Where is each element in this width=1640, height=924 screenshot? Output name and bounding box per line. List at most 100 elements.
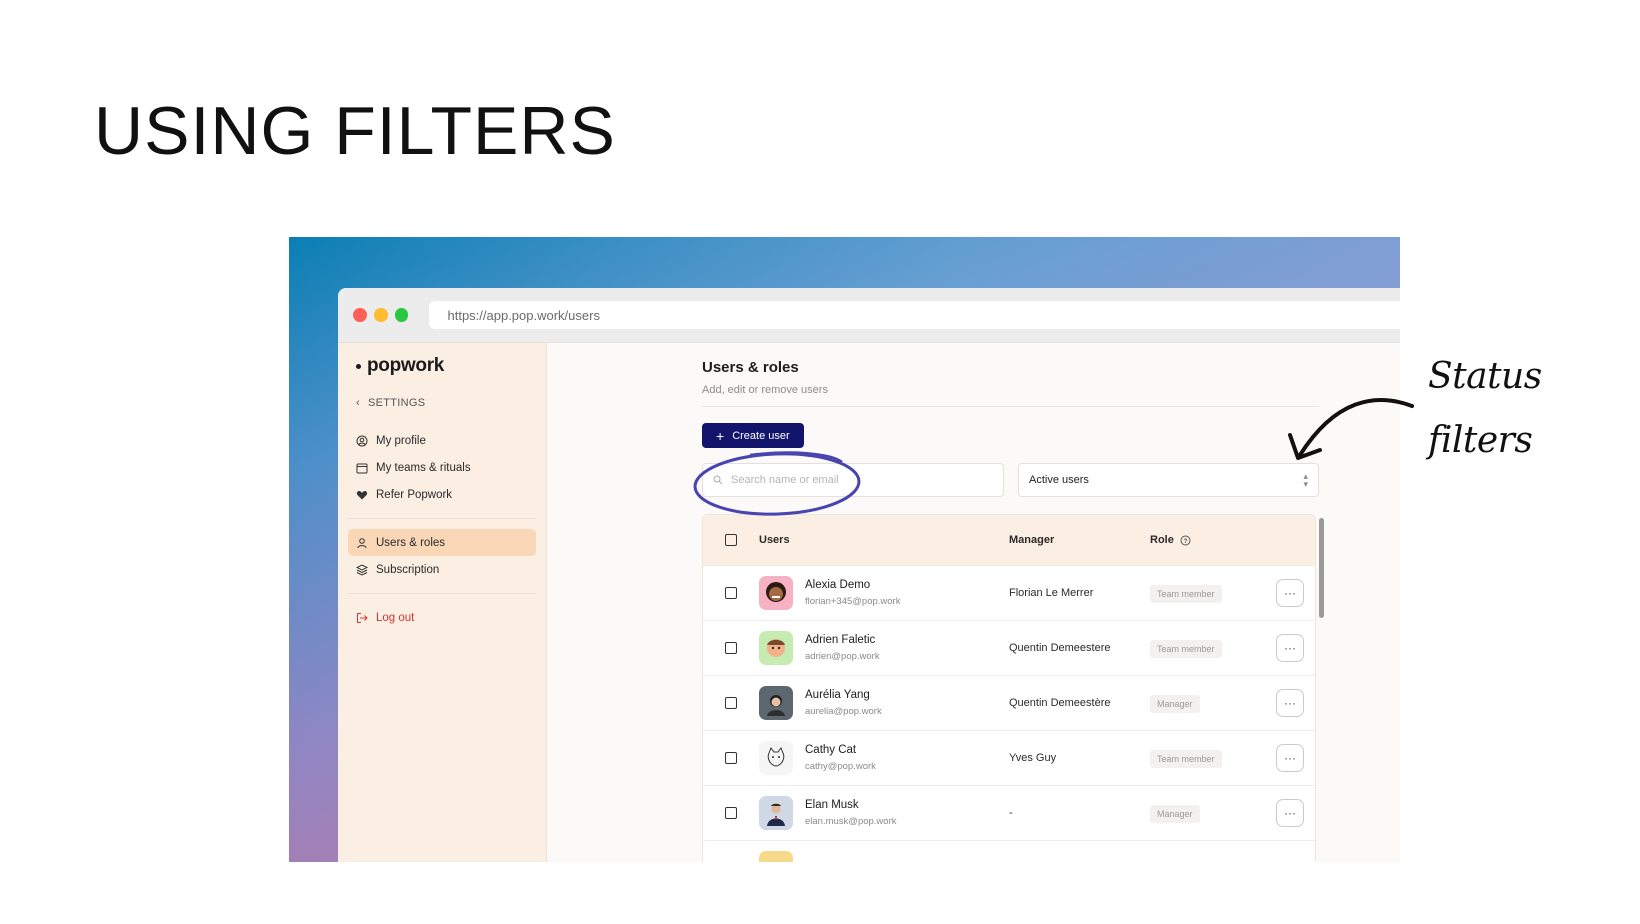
user-manager: - bbox=[1009, 806, 1013, 819]
chevron-up-down-icon: ▴ ▾ bbox=[1303, 471, 1308, 489]
hero-background: https://app.pop.work/users popwork ‹ SET… bbox=[289, 237, 1400, 862]
avatar bbox=[759, 851, 793, 862]
select-all-checkbox[interactable] bbox=[725, 534, 737, 546]
sidebar-item-label: My teams & rituals bbox=[376, 461, 471, 474]
logout-label: Log out bbox=[376, 611, 415, 624]
row-checkbox[interactable] bbox=[725, 807, 737, 819]
user-name: Alexia Demo bbox=[805, 579, 871, 591]
user-email: florian+345@pop.work bbox=[805, 596, 901, 607]
status-filter-select[interactable]: Active users ▴ ▾ bbox=[1018, 463, 1319, 497]
url-bar[interactable]: https://app.pop.work/users bbox=[429, 301, 1400, 329]
user-name: Cathy Cat bbox=[805, 744, 857, 756]
sidebar-item-users-roles[interactable]: Users & roles bbox=[348, 529, 536, 556]
header-divider bbox=[702, 406, 1319, 407]
table-header: Users Manager Role ? bbox=[703, 515, 1315, 565]
role-badge: Manager bbox=[1150, 694, 1200, 713]
role-badge: Team member bbox=[1150, 584, 1222, 603]
avatar bbox=[759, 796, 793, 830]
search-highlight-circle bbox=[693, 451, 861, 516]
app: popwork ‹ SETTINGS My profile My teams &… bbox=[338, 343, 1400, 862]
user-email: cathy@pop.work bbox=[805, 761, 876, 772]
table-row[interactable]: Cathy Cat cathy@pop.work Yves Guy Team me… bbox=[703, 730, 1315, 785]
avatar bbox=[759, 741, 793, 775]
user-email: aurelia@pop.work bbox=[805, 706, 882, 717]
table-row[interactable]: Elan Musk elan.musk@pop.work - Manager ··… bbox=[703, 785, 1315, 840]
browser-window: https://app.pop.work/users popwork ‹ SET… bbox=[338, 288, 1400, 862]
table-row[interactable] bbox=[703, 840, 1315, 862]
sidebar-item-label: Subscription bbox=[376, 563, 440, 576]
back-to-settings[interactable]: ‹ SETTINGS bbox=[356, 397, 536, 409]
close-window-button[interactable] bbox=[353, 308, 367, 322]
status-filter-value: Active users bbox=[1029, 474, 1089, 486]
plus-icon: + bbox=[716, 427, 725, 444]
url-text: https://app.pop.work/users bbox=[447, 307, 600, 323]
avatar bbox=[759, 631, 793, 665]
minimize-window-button[interactable] bbox=[373, 308, 388, 322]
sidebar-item-my-profile[interactable]: My profile bbox=[348, 427, 536, 454]
logout-button[interactable]: Log out bbox=[348, 604, 536, 631]
user-name: Elan Musk bbox=[805, 799, 859, 811]
calendar-icon bbox=[356, 463, 368, 473]
header-manager[interactable]: Manager bbox=[1009, 533, 1150, 548]
user-manager: Florian Le Merrer bbox=[1009, 586, 1094, 599]
role-badge: Manager bbox=[1150, 804, 1200, 823]
popwork-logo[interactable]: popwork bbox=[356, 355, 536, 377]
user-email: adrien@pop.work bbox=[805, 651, 880, 662]
browser-titlebar: https://app.pop.work/users bbox=[338, 288, 1400, 343]
row-checkbox[interactable] bbox=[725, 642, 737, 654]
user-icon bbox=[357, 537, 367, 548]
row-checkbox[interactable] bbox=[725, 697, 737, 709]
sidebar-item-label: Users & roles bbox=[376, 536, 446, 549]
avatar bbox=[759, 576, 793, 610]
page-subtitle: Add, edit or remove users bbox=[702, 384, 828, 396]
slide-title: USING FILTERS bbox=[94, 93, 616, 169]
back-label: SETTINGS bbox=[367, 397, 426, 409]
create-user-label: Create user bbox=[732, 429, 790, 442]
users-roles-panel: Users & roles Add, edit or remove users … bbox=[702, 359, 1319, 862]
header-users[interactable]: Users bbox=[759, 534, 1009, 546]
user-name: Adrien Faletic bbox=[805, 634, 876, 646]
svg-text:?: ? bbox=[1183, 538, 1187, 545]
sidebar-item-label: My profile bbox=[376, 434, 426, 447]
layers-icon bbox=[356, 563, 368, 576]
page-title: Users & roles bbox=[702, 359, 799, 376]
sidebar-item-refer-popwork[interactable]: Refer Popwork bbox=[348, 481, 536, 508]
more-options-button[interactable]: ··· bbox=[1276, 799, 1304, 827]
main-content: Users & roles Add, edit or remove users … bbox=[547, 343, 1400, 862]
heart-icon bbox=[356, 490, 368, 499]
more-options-button[interactable]: ··· bbox=[1276, 744, 1304, 772]
user-name: Aurélia Yang bbox=[805, 689, 870, 701]
table-row[interactable]: Adrien Faletic adrien@pop.work Quentin De… bbox=[703, 620, 1315, 675]
role-badge: Team member bbox=[1150, 639, 1222, 658]
more-options-button[interactable]: ··· bbox=[1276, 689, 1304, 717]
sidebar-item-subscription[interactable]: Subscription bbox=[348, 556, 536, 583]
maximize-window-button[interactable] bbox=[394, 308, 409, 322]
sidebar-divider bbox=[348, 593, 536, 594]
annotation-filters: filters bbox=[1428, 420, 1533, 461]
user-email: elan.musk@pop.work bbox=[805, 816, 897, 827]
help-icon[interactable]: ? bbox=[1180, 535, 1191, 546]
table-row[interactable]: Alexia Demo florian+345@pop.work Florian … bbox=[703, 565, 1315, 620]
annotation-status: Status bbox=[1428, 356, 1542, 397]
row-checkbox[interactable] bbox=[725, 752, 737, 764]
more-options-button[interactable]: ··· bbox=[1276, 579, 1304, 607]
header-role-label: Role bbox=[1150, 534, 1174, 546]
arrow-icon bbox=[1288, 398, 1414, 460]
sidebar-divider bbox=[348, 518, 536, 519]
header-role[interactable]: Role ? bbox=[1150, 534, 1265, 546]
table-scrollbar[interactable] bbox=[1319, 518, 1324, 618]
sidebar-item-label: Refer Popwork bbox=[376, 488, 453, 501]
sidebar-item-my-teams[interactable]: My teams & rituals bbox=[348, 454, 536, 481]
chevron-left-icon: ‹ bbox=[356, 397, 360, 409]
more-options-button[interactable]: ··· bbox=[1276, 634, 1304, 662]
sidebar: popwork ‹ SETTINGS My profile My teams &… bbox=[338, 343, 547, 862]
user-circle-icon bbox=[356, 435, 368, 446]
users-table: Users Manager Role ? Alexia Demo florian… bbox=[702, 514, 1316, 862]
role-badge: Team member bbox=[1150, 749, 1222, 768]
user-manager: Yves Guy bbox=[1009, 751, 1057, 764]
logout-icon bbox=[357, 612, 368, 623]
avatar bbox=[759, 686, 793, 720]
row-checkbox[interactable] bbox=[725, 587, 737, 599]
table-row[interactable]: Aurélia Yang aurelia@pop.work Quentin Dem… bbox=[703, 675, 1315, 730]
create-user-button[interactable]: + Create user bbox=[702, 423, 804, 448]
